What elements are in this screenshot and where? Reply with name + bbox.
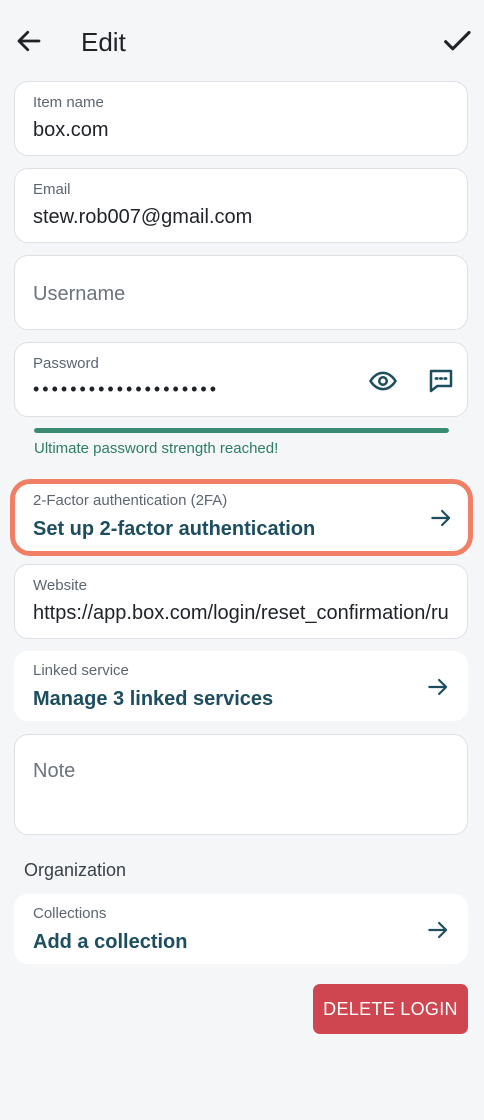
check-icon[interactable] [440, 24, 474, 58]
arrow-right-icon[interactable] [425, 674, 451, 700]
top-app-bar: Edit [0, 0, 484, 84]
organization-heading: Organization [24, 860, 127, 880]
page-title: Edit [81, 27, 126, 57]
collections-action[interactable]: Add a collection [33, 931, 187, 954]
linked-service-action[interactable]: Manage 3 linked services [33, 688, 273, 711]
email-label: Email [33, 181, 71, 198]
arrow-right-icon[interactable] [428, 505, 454, 531]
two-factor-label: 2-Factor authentication (2FA) [33, 492, 228, 509]
arrow-left-icon[interactable] [14, 26, 44, 56]
note-field[interactable]: Note [14, 734, 468, 835]
two-factor-card[interactable]: 2-Factor authentication (2FA) Set up 2-f… [10, 479, 473, 556]
note-placeholder: Note [33, 760, 76, 782]
password-field[interactable]: Password •••••••••••••••••••• [14, 342, 468, 417]
password-label: Password [33, 355, 99, 372]
two-factor-action[interactable]: Set up 2-factor authentication [33, 518, 315, 541]
eye-icon[interactable] [368, 366, 398, 396]
username-field[interactable]: Username [14, 255, 468, 330]
username-placeholder: Username [33, 283, 126, 305]
password-strength-fill [34, 428, 449, 433]
password-strength-bar [34, 428, 449, 433]
item-name-value[interactable]: box.com [33, 119, 109, 142]
website-value[interactable]: https://app.box.com/login/reset_confirma… [33, 602, 451, 625]
item-name-field[interactable]: Item name box.com [14, 81, 468, 156]
email-field[interactable]: Email stew.rob007@gmail.com [14, 168, 468, 243]
collections-label: Collections [33, 905, 107, 922]
website-label: Website [33, 577, 87, 594]
message-icon[interactable] [426, 366, 456, 396]
email-value[interactable]: stew.rob007@gmail.com [33, 206, 252, 229]
delete-login-button[interactable]: DELETE LOGIN [313, 984, 468, 1034]
arrow-right-icon[interactable] [425, 917, 451, 943]
password-strength-text: Ultimate password strength reached! [34, 440, 279, 457]
password-value[interactable]: •••••••••••••••••••• [33, 379, 219, 400]
linked-service-card[interactable]: Linked service Manage 3 linked services [14, 651, 468, 721]
item-name-label: Item name [33, 94, 104, 111]
website-field[interactable]: Website https://app.box.com/login/reset_… [14, 564, 468, 639]
linked-service-label: Linked service [33, 662, 129, 679]
collections-card[interactable]: Collections Add a collection [14, 894, 468, 964]
